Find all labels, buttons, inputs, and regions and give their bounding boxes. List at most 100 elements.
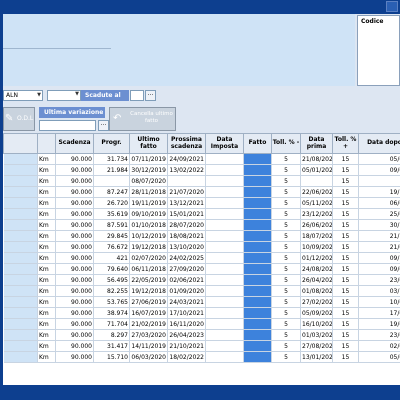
table-row[interactable]: Km 90.000 87.591 01/10/2018 28/07/2020 5 26/06… bbox=[3, 219, 400, 231]
ultimo-fatto-cell[interactable]: 21/02/2019 bbox=[129, 318, 168, 330]
data-prima-cell[interactable]: 18/07/2021 bbox=[300, 230, 333, 242]
row-selector[interactable] bbox=[3, 219, 38, 231]
prossima-scadenza-cell[interactable]: 13/02/2022 bbox=[167, 164, 206, 176]
table-row[interactable]: Km 90.000 38.974 16/07/2019 17/10/2021 5 05/09… bbox=[3, 307, 400, 319]
data-dopo-cell[interactable] bbox=[358, 175, 400, 187]
toll-minus-cell[interactable]: 5 bbox=[271, 186, 301, 198]
column-header[interactable]: Toll. % - bbox=[271, 133, 301, 154]
fatto-cell[interactable] bbox=[243, 186, 272, 198]
ultimo-fatto-cell[interactable]: 28/11/2018 bbox=[129, 186, 168, 198]
ultimo-fatto-cell[interactable]: 10/12/2019 bbox=[129, 230, 168, 242]
prossima-scadenza-cell[interactable]: 26/04/2023 bbox=[167, 329, 206, 341]
fatto-cell[interactable] bbox=[243, 285, 272, 297]
ultimo-fatto-cell[interactable]: 06/11/2018 bbox=[129, 263, 168, 275]
progr-cell[interactable] bbox=[93, 175, 130, 187]
scadenza-cell[interactable]: 90.000 bbox=[55, 329, 94, 341]
row-selector[interactable] bbox=[3, 307, 38, 319]
table-row[interactable]: Km 90.000 82.255 19/12/2018 01/09/2020 5 01/08… bbox=[3, 285, 400, 297]
toll-plus-cell[interactable]: 15 bbox=[332, 296, 359, 308]
toll-minus-cell[interactable]: 5 bbox=[271, 241, 301, 253]
chevron-down-icon[interactable]: ▼ bbox=[75, 91, 79, 97]
row-selector[interactable] bbox=[3, 241, 38, 253]
toll-plus-cell[interactable]: 15 bbox=[332, 307, 359, 319]
row-selector[interactable] bbox=[3, 296, 38, 308]
unit-cell[interactable]: Km bbox=[37, 219, 56, 231]
ultimo-fatto-cell[interactable]: 08/07/2020 bbox=[129, 175, 168, 187]
progr-cell[interactable]: 87.591 bbox=[93, 219, 130, 231]
unit-cell[interactable]: Km bbox=[37, 252, 56, 264]
column-header[interactable]: Prossima scadenza bbox=[167, 133, 206, 154]
row-selector[interactable] bbox=[3, 263, 38, 275]
unit-cell[interactable]: Km bbox=[37, 263, 56, 275]
data-prima-cell[interactable]: 01/03/2023 bbox=[300, 329, 333, 341]
prossima-scadenza-cell[interactable]: 21/10/2021 bbox=[167, 340, 206, 352]
fatto-cell[interactable] bbox=[243, 175, 272, 187]
row-selector[interactable] bbox=[3, 318, 38, 330]
toll-plus-cell[interactable]: 15 bbox=[332, 351, 359, 363]
row-selector[interactable] bbox=[3, 186, 38, 198]
fatto-cell[interactable] bbox=[243, 197, 272, 209]
scadenza-cell[interactable]: 90.000 bbox=[55, 186, 94, 198]
progr-cell[interactable]: 421 bbox=[93, 252, 130, 264]
progr-cell[interactable]: 31.734 bbox=[93, 153, 130, 165]
unit-cell[interactable]: Km bbox=[37, 318, 56, 330]
data-dopo-cell[interactable]: 06/04/ bbox=[358, 197, 400, 209]
ultimo-fatto-cell[interactable]: 09/10/2019 bbox=[129, 208, 168, 220]
codice-panel[interactable]: Codice bbox=[357, 15, 400, 86]
toll-plus-cell[interactable]: 15 bbox=[332, 230, 359, 242]
data-imposta-cell[interactable] bbox=[205, 263, 244, 275]
toll-plus-cell[interactable]: 15 bbox=[332, 329, 359, 341]
row-selector[interactable] bbox=[3, 208, 38, 220]
fatto-cell[interactable] bbox=[243, 230, 272, 242]
table-row[interactable]: Km 90.000 31.417 14/11/2019 21/10/2021 5 27/08… bbox=[3, 340, 400, 352]
ultimo-fatto-cell[interactable]: 27/06/2019 bbox=[129, 296, 168, 308]
progr-cell[interactable]: 53.765 bbox=[93, 296, 130, 308]
toll-minus-cell[interactable]: 5 bbox=[271, 307, 301, 319]
data-dopo-cell[interactable]: 05/06/ bbox=[358, 351, 400, 363]
data-dopo-cell[interactable]: 25/03/ bbox=[358, 208, 400, 220]
row-selector[interactable] bbox=[3, 175, 38, 187]
toll-minus-cell[interactable]: 5 bbox=[271, 285, 301, 297]
data-dopo-cell[interactable]: 30/10/ bbox=[358, 219, 400, 231]
toll-minus-cell[interactable]: 5 bbox=[271, 164, 301, 176]
toll-plus-cell[interactable]: 15 bbox=[332, 263, 359, 275]
data-imposta-cell[interactable] bbox=[205, 274, 244, 286]
prossima-scadenza-cell[interactable]: 18/08/2021 bbox=[167, 230, 206, 242]
ultimo-fatto-cell[interactable]: 30/12/2019 bbox=[129, 164, 168, 176]
toll-plus-cell[interactable]: 15 bbox=[332, 164, 359, 176]
unit-cell[interactable]: Km bbox=[37, 274, 56, 286]
ultimo-fatto-cell[interactable]: 02/07/2020 bbox=[129, 252, 168, 264]
scadenza-cell[interactable]: 90.000 bbox=[55, 263, 94, 275]
unit-cell[interactable]: Km bbox=[37, 351, 56, 363]
toll-plus-cell[interactable]: 15 bbox=[332, 274, 359, 286]
data-dopo-cell[interactable]: 09/11/ bbox=[358, 252, 400, 264]
progr-cell[interactable]: 82.255 bbox=[93, 285, 130, 297]
column-header[interactable] bbox=[3, 133, 38, 154]
fatto-cell[interactable] bbox=[243, 153, 272, 165]
data-prima-cell[interactable]: 26/06/2020 bbox=[300, 219, 333, 231]
column-header[interactable]: Toll. % + bbox=[332, 133, 359, 154]
toll-minus-cell[interactable]: 5 bbox=[271, 351, 301, 363]
filter-combo[interactable]: ALN ▼ bbox=[3, 90, 43, 101]
prossima-scadenza-cell[interactable]: 21/07/2020 bbox=[167, 186, 206, 198]
row-selector[interactable] bbox=[3, 329, 38, 341]
scadute-button[interactable]: ... bbox=[145, 90, 156, 101]
data-imposta-cell[interactable] bbox=[205, 208, 244, 220]
row-selector[interactable] bbox=[3, 153, 38, 165]
scadenza-cell[interactable]: 90.000 bbox=[55, 219, 94, 231]
progr-cell[interactable]: 56.495 bbox=[93, 274, 130, 286]
progr-cell[interactable]: 15.710 bbox=[93, 351, 130, 363]
ultimo-fatto-cell[interactable]: 19/12/2018 bbox=[129, 285, 168, 297]
toll-minus-cell[interactable]: 5 bbox=[271, 274, 301, 286]
toll-minus-cell[interactable]: 5 bbox=[271, 219, 301, 231]
fatto-cell[interactable] bbox=[243, 274, 272, 286]
unit-cell[interactable]: Km bbox=[37, 296, 56, 308]
data-dopo-cell[interactable]: 03/12/ bbox=[358, 285, 400, 297]
data-prima-cell[interactable]: 22/06/2020 bbox=[300, 186, 333, 198]
table-row[interactable]: Km 90.000 08/07/2020 5 15 bbox=[3, 175, 400, 187]
prossima-scadenza-cell[interactable]: 24/02/2025 bbox=[167, 252, 206, 264]
scadenza-cell[interactable]: 90.000 bbox=[55, 285, 94, 297]
table-row[interactable]: Km 90.000 35.619 09/10/2019 15/01/2021 5 23/12… bbox=[3, 208, 400, 220]
unit-cell[interactable]: Km bbox=[37, 241, 56, 253]
unit-cell[interactable]: Km bbox=[37, 197, 56, 209]
